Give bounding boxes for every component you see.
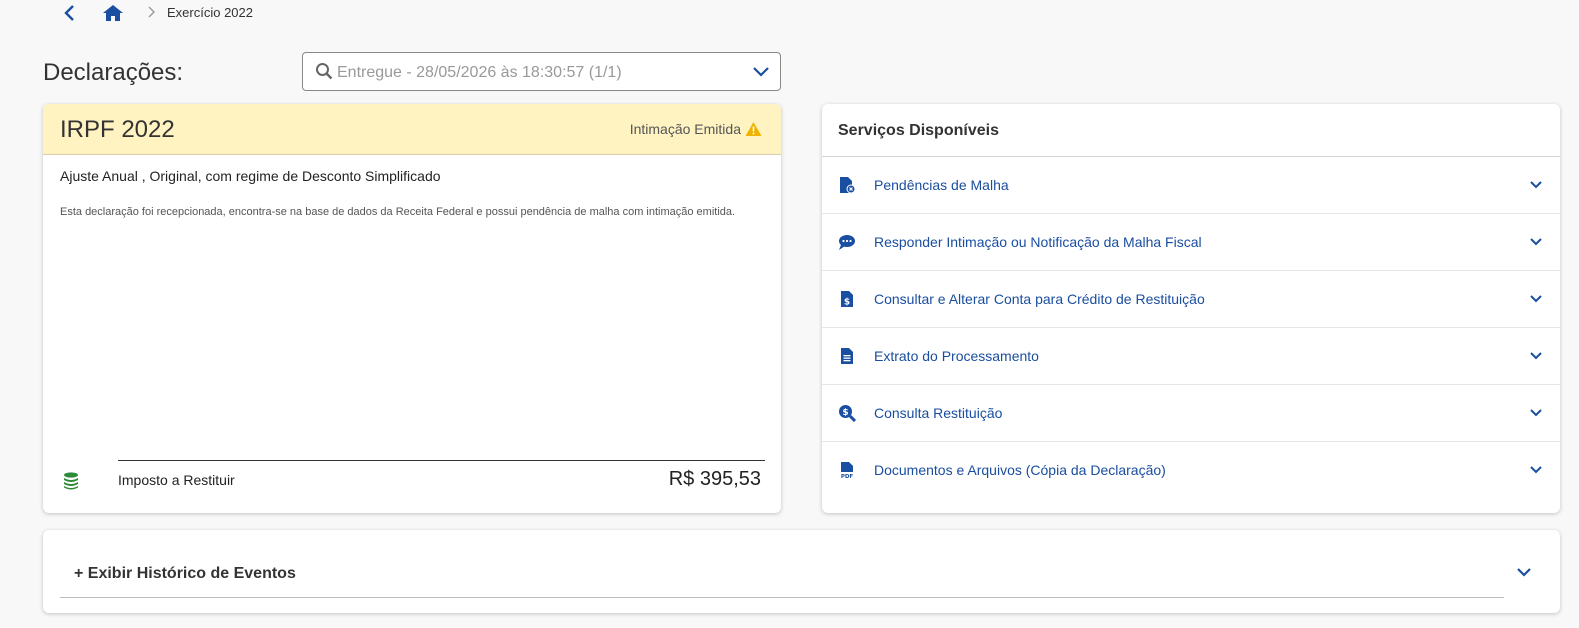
svg-text:PDF: PDF xyxy=(841,474,854,479)
service-item-responder[interactable]: Responder Intimação ou Notificação da Ma… xyxy=(822,214,1560,271)
divider xyxy=(60,597,1504,598)
chevron-down-icon[interactable] xyxy=(1529,407,1543,419)
file-alert-icon xyxy=(840,177,856,194)
chat-icon xyxy=(839,235,855,250)
search-icon xyxy=(316,63,333,80)
services-title: Serviços Disponíveis xyxy=(838,122,999,139)
chevron-right-icon xyxy=(148,6,155,18)
service-item-conta-credito[interactable]: $ Consultar e Alterar Conta para Crédito… xyxy=(822,271,1560,328)
status-text: Intimação Emitida xyxy=(629,121,741,137)
svg-text:$: $ xyxy=(844,298,850,308)
breadcrumb: Exercício 2022 xyxy=(0,0,600,26)
irpf-card-header: IRPF 2022 Intimação Emitida xyxy=(43,104,781,155)
services-header: Serviços Disponíveis xyxy=(822,104,1560,157)
divider xyxy=(118,460,765,461)
search-dollar-icon: $ xyxy=(839,405,856,422)
service-label: Extrato do Processamento xyxy=(874,348,1039,364)
service-item-pendencias[interactable]: Pendências de Malha xyxy=(822,157,1560,214)
irpf-subtitle: Ajuste Anual , Original, com regime de D… xyxy=(60,168,441,184)
declaration-select-value: Entregue - 28/05/2026 às 18:30:57 (1/1) xyxy=(337,64,622,81)
coins-icon xyxy=(64,472,78,490)
amount-value: R$ 395,53 xyxy=(668,468,761,490)
show-history-toggle[interactable]: + Exibir Histórico de Eventos xyxy=(74,565,296,583)
service-item-documentos[interactable]: PDF Documentos e Arquivos (Cópia da Decl… xyxy=(822,442,1560,499)
home-icon[interactable] xyxy=(102,3,124,23)
irpf-card: IRPF 2022 Intimação Emitida Ajuste Anual… xyxy=(43,104,781,513)
service-label: Responder Intimação ou Notificação da Ma… xyxy=(874,234,1202,250)
service-label: Documentos e Arquivos (Cópia da Declaraç… xyxy=(874,462,1166,478)
file-text-icon xyxy=(841,348,853,364)
service-label: Consulta Restituição xyxy=(874,405,1003,421)
declaration-select[interactable]: Entregue - 28/05/2026 às 18:30:57 (1/1) xyxy=(302,52,781,91)
file-dollar-icon: $ xyxy=(841,291,853,308)
history-card: + Exibir Histórico de Eventos xyxy=(43,530,1560,613)
service-label: Consultar e Alterar Conta para Crédito d… xyxy=(874,291,1205,307)
chevron-left-icon[interactable] xyxy=(60,3,80,23)
chevron-down-icon[interactable] xyxy=(1529,179,1543,191)
services-list: Pendências de Malha Responder Intimação … xyxy=(822,157,1560,499)
chevron-down-icon[interactable] xyxy=(1529,464,1543,476)
svg-text:$: $ xyxy=(842,408,848,418)
services-card: Serviços Disponíveis Pendências de Malha… xyxy=(822,104,1560,513)
breadcrumb-current: Exercício 2022 xyxy=(167,5,253,20)
status-badge: Intimação Emitida xyxy=(630,121,762,137)
amount-label: Imposto a Restituir xyxy=(118,472,235,488)
service-label: Pendências de Malha xyxy=(874,177,1009,193)
service-item-consulta-restituicao[interactable]: $ Consulta Restituição xyxy=(822,385,1560,442)
declarations-title: Declarações: xyxy=(43,59,184,86)
chevron-down-icon[interactable] xyxy=(1529,350,1543,362)
service-item-extrato[interactable]: Extrato do Processamento xyxy=(822,328,1560,385)
warning-icon xyxy=(745,122,762,136)
chevron-down-icon[interactable] xyxy=(1516,566,1532,578)
irpf-title: IRPF 2022 xyxy=(60,116,175,143)
chevron-down-icon[interactable] xyxy=(752,64,770,80)
chevron-down-icon[interactable] xyxy=(1529,293,1543,305)
pdf-icon: PDF xyxy=(841,462,854,479)
irpf-description: Esta declaração foi recepcionada, encont… xyxy=(60,206,736,218)
chevron-down-icon[interactable] xyxy=(1529,236,1543,248)
